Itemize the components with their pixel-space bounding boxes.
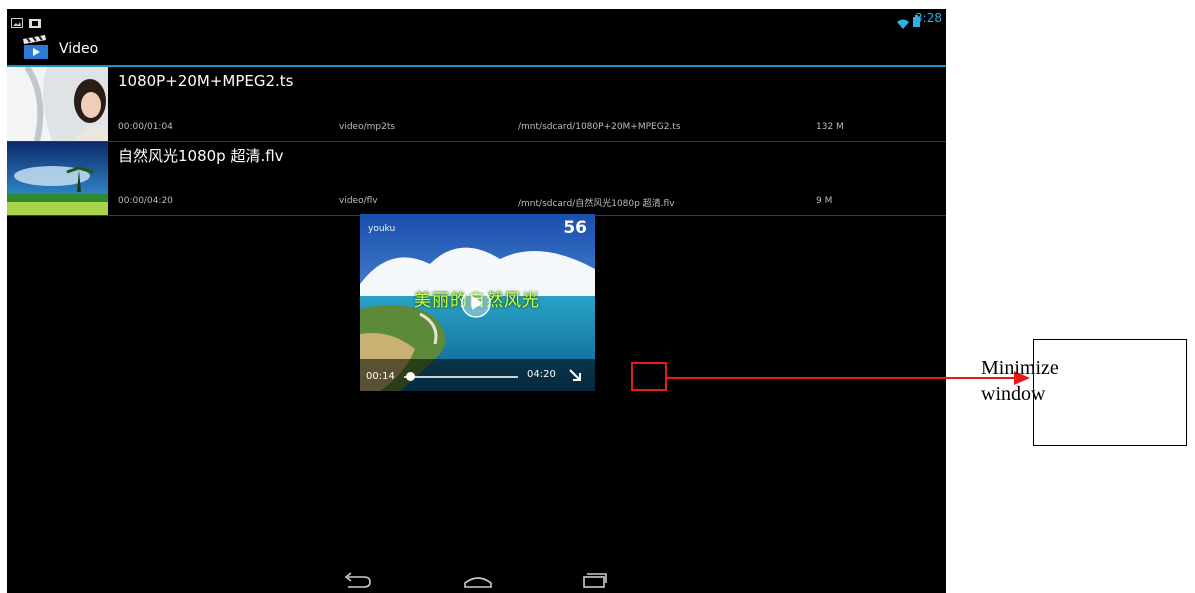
home-icon[interactable] [463,571,493,593]
video-thumbnail [7,65,108,142]
video-duration: 00:00/04:20 [118,196,173,206]
seek-handle[interactable] [405,372,415,381]
seek-bar[interactable] [404,376,518,378]
video-thumbnail [7,142,108,215]
highlight-box [631,362,667,391]
site-watermark: 56 [563,218,587,238]
android-screen: 3:28 Video 1080P+20M+MPEG2.ts 00:00/01:0… [7,9,946,593]
video-size: 9 M [816,196,833,206]
action-bar: Video [7,31,946,65]
video-mime-type: video/flv [339,196,378,206]
annotation-label: Minimize window [981,357,1059,405]
youku-watermark: youku [368,224,396,234]
video-size: 132 M [816,122,844,132]
minimize-arrow-icon[interactable] [567,367,583,387]
video-name: 自然风光1080p 超清.flv [118,147,284,165]
status-bar: 3:28 [7,9,946,31]
recent-apps-icon[interactable] [582,571,608,593]
video-name: 1080P+20M+MPEG2.ts [118,72,294,90]
list-item[interactable]: 1080P+20M+MPEG2.ts 00:00/01:04 video/mp2… [7,65,946,142]
video-duration: 00:00/01:04 [118,122,173,132]
navigation-bar [7,567,946,593]
total-time: 04:20 [527,369,556,380]
screenshot-notification-icon [29,13,41,32]
video-path: /mnt/sdcard/1080P+20M+MPEG2.ts [518,122,681,132]
clock: 3:28 [915,11,942,25]
video-path: /mnt/sdcard/自然风光1080p 超清.flv [518,199,675,209]
floating-video-player[interactable]: youku 56 美丽的自然风光 00:14 04:20 [360,214,595,391]
play-button[interactable] [461,288,491,322]
back-icon[interactable] [342,571,372,593]
app-title: Video [59,41,99,57]
video-mime-type: video/mp2ts [339,122,396,132]
player-controls: 00:14 04:20 [360,359,595,391]
current-time: 00:14 [366,371,395,382]
clapperboard-icon[interactable] [21,33,51,65]
list-item[interactable]: 自然风光1080p 超清.flv 00:00/04:20 video/flv /… [7,142,946,215]
gallery-notification-icon [11,13,23,32]
